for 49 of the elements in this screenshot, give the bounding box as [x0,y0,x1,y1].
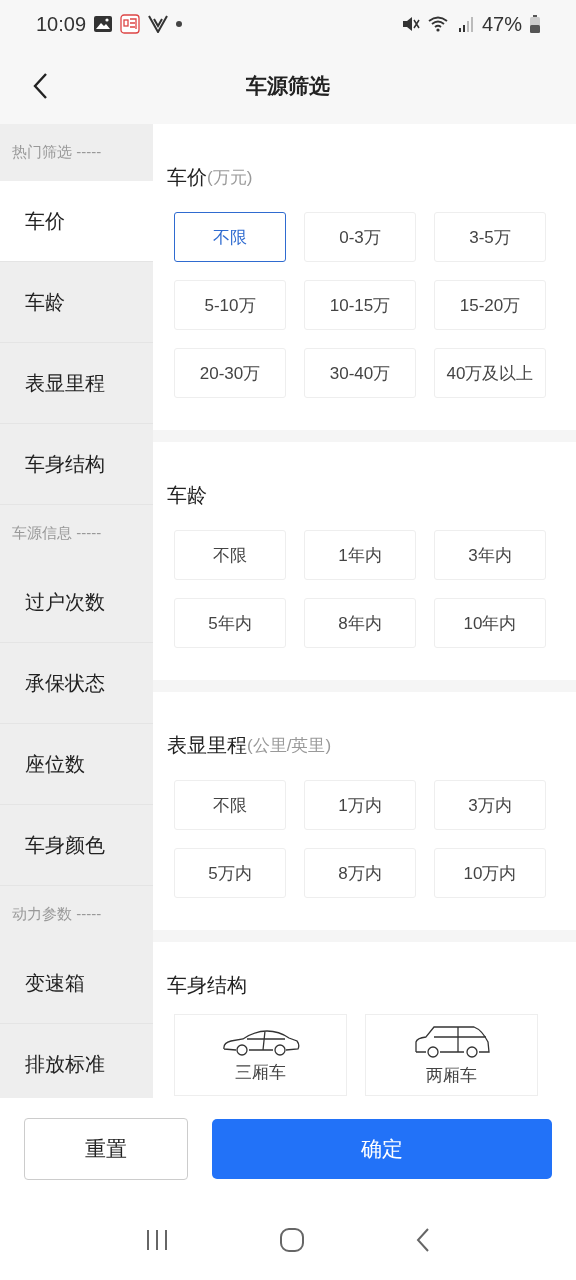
filter-option[interactable]: 3万内 [434,780,546,830]
filter-option[interactable]: 10-15万 [304,280,416,330]
image-icon [94,16,113,32]
dot-icon [176,21,183,27]
filter-option[interactable]: 10万内 [434,848,546,898]
filter-option[interactable]: 20-30万 [174,348,286,398]
filter-option[interactable]: 1年内 [304,530,416,580]
page-title: 车源筛选 [246,74,330,97]
reset-button[interactable]: 重置 [24,1118,188,1180]
back-nav-icon[interactable] [415,1227,431,1253]
body-type-option[interactable]: 两厢车 [365,1014,538,1096]
filter-option[interactable]: 3年内 [434,530,546,580]
sidebar-group-label: 车源信息 ----- [12,524,102,543]
recent-apps-icon[interactable] [145,1229,169,1251]
section-title: 表显里程 [167,732,247,758]
filter-option[interactable]: 8万内 [304,848,416,898]
section-title: 车龄 [167,482,207,508]
filter-option[interactable]: 10年内 [434,598,546,648]
filter-option[interactable]: 不限 [174,212,286,262]
filter-option[interactable]: 15-20万 [434,280,546,330]
app-notification-icon [120,14,141,34]
body-type-option[interactable]: 三厢车 [174,1014,347,1096]
filter-option[interactable]: 不限 [174,530,286,580]
home-icon[interactable] [279,1227,305,1253]
sidebar-group-label: 动力参数 ----- [12,905,102,924]
filter-option[interactable]: 40万及以上 [434,348,546,398]
battery-percent: 47% [481,12,522,36]
filter-option[interactable]: 5-10万 [174,280,286,330]
status-time: 10:09 [36,12,87,36]
confirm-button[interactable]: 确定 [212,1119,552,1179]
sidebar-group-label: 热门筛选 ----- [12,143,102,162]
wifi-icon [427,15,450,33]
filter-option[interactable]: 不限 [174,780,286,830]
section-title: 车身结构 [167,972,247,998]
filter-option[interactable]: 5年内 [174,598,286,648]
filter-option[interactable]: 3-5万 [434,212,546,262]
mute-icon [401,15,420,33]
unit-label: (公里/英里) [247,734,332,757]
filter-option[interactable]: 30-40万 [304,348,416,398]
sidebar-item[interactable]: 车价 [0,181,153,262]
battery-icon [530,15,540,33]
filter-option[interactable]: 0-3万 [304,212,416,262]
signal-icon [457,16,474,32]
v-logo-icon [148,15,169,33]
section-title: 车价 [167,164,207,190]
filter-option[interactable]: 1万内 [304,780,416,830]
filter-option[interactable]: 5万内 [174,848,286,898]
filter-option[interactable]: 8年内 [304,598,416,648]
unit-label: (万元) [207,166,253,189]
